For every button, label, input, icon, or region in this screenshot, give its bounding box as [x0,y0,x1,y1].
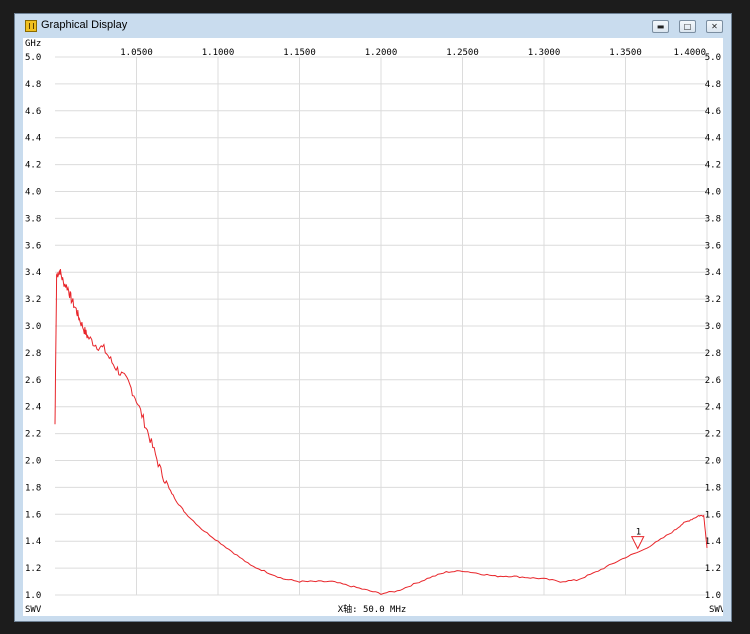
y-tick-label: 3.2 [25,295,41,305]
y-tick-label: 4.2 [705,161,721,171]
window-title: Graphical Display [41,19,128,31]
x-tick-label: 1.1500 [283,48,316,58]
y-tick-label: 4.8 [705,80,721,90]
marker-label: 1 [636,528,641,538]
y-tick-label: 2.4 [25,403,41,413]
x-tick-label: 1.3000 [528,48,561,58]
y-tick-label: 3.4 [25,268,41,278]
y-tick-label: 3.6 [25,241,41,251]
x-span-label: X轴: 50.0 MHz [338,603,407,615]
y-unit-label-left: SWV [25,605,42,615]
maximize-icon[interactable]: □ [679,20,696,33]
y-tick-label: 4.0 [25,188,41,198]
y-tick-label: 1.2 [705,564,721,574]
y-tick-label: 5.0 [705,53,721,63]
marker-1[interactable]: 1 [630,528,645,550]
y-tick-label: 4.2 [25,161,41,171]
y-tick-label: 1.6 [25,510,41,520]
y-tick-label: 3.0 [705,322,721,332]
y-tick-label: 2.4 [705,403,721,413]
y-tick-label: 3.8 [25,214,41,224]
graphical-display-window: Graphical Display ▬ □ ✕ 1.0500 1.1000 1.15… [14,13,732,622]
y-axis-ticks-left: 5.0 4.8 4.6 4.4 4.2 4.0 3.8 3.6 3.4 3.2 3.0 2.8 2.6 2… [25,53,41,601]
y-tick-label: 2.0 [705,457,721,467]
y-tick-label: 3.4 [705,268,721,278]
y-tick-label: 4.4 [705,134,721,144]
y-tick-label: 4.4 [25,134,41,144]
x-tick-label: 1.4000 [673,48,706,58]
y-unit-label-right: SWV [709,605,723,615]
y-tick-label: 1.6 [705,510,721,520]
x-tick-label: 1.2000 [365,48,398,58]
y-tick-label: 3.8 [705,214,721,224]
y-tick-label: 2.2 [705,430,721,440]
y-tick-label: 1.2 [25,564,41,574]
y-tick-label: 4.8 [25,80,41,90]
swr-chart: 1.0500 1.1000 1.1500 1.2000 1.2500 1.3000 1.35… [25,39,723,615]
y-tick-label: 1.4 [25,537,41,547]
x-tick-label: 1.2500 [446,48,479,58]
y-tick-label: 1.0 [705,591,721,601]
y-axis-ticks-right: 5.0 4.8 4.6 4.4 4.2 4.0 3.8 3.6 3.4 3.2 3.0 2.8 2.6 2… [705,53,721,601]
y-tick-label: 2.6 [705,376,721,386]
y-tick-label: 2.8 [25,349,41,359]
x-tick-label: 1.0500 [120,48,153,58]
y-tick-label: 4.6 [25,107,41,117]
y-tick-label: 5.0 [25,53,41,63]
y-tick-label: 3.2 [705,295,721,305]
plot-area[interactable]: 1.0500 1.1000 1.1500 1.2000 1.2500 1.3000 1.35… [23,38,723,616]
close-icon[interactable]: ✕ [706,20,723,33]
y-tick-label: 2.8 [705,349,721,359]
y-tick-label: 3.6 [705,241,721,251]
y-tick-label: 4.6 [705,107,721,117]
grid-lines [55,56,708,596]
y-tick-label: 2.0 [25,457,41,467]
x-tick-label: 1.1000 [202,48,235,58]
x-unit-label: GHz [25,39,41,49]
antenna-icon [25,20,37,32]
y-tick-label: 2.2 [25,430,41,440]
y-tick-label: 4.0 [705,188,721,198]
minimize-icon[interactable]: ▬ [652,20,669,33]
x-tick-label: 1.3500 [609,48,642,58]
y-tick-label: 1.8 [705,483,721,493]
y-tick-label: 1.0 [25,591,41,601]
y-tick-label: 3.0 [25,322,41,332]
y-tick-label: 2.6 [25,376,41,386]
y-tick-label: 1.8 [25,483,41,493]
marker-triangle-icon[interactable] [630,536,645,550]
title-bar[interactable]: Graphical Display ▬ □ ✕ [15,14,731,38]
